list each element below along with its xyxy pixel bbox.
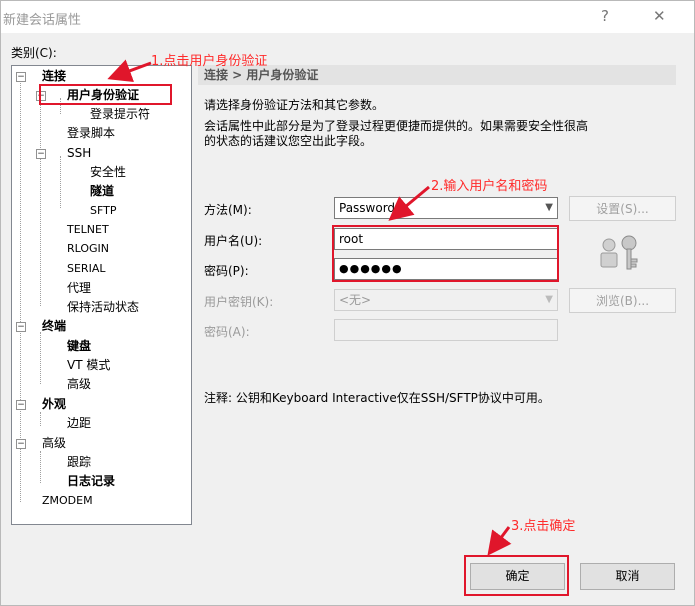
cancel-button[interactable]: 取消 <box>580 563 675 590</box>
section-header: 连接 > 用户身份验证 <box>198 65 676 85</box>
tree-item-login-script[interactable]: 登录脚本 <box>67 125 115 141</box>
tree-item-proxy[interactable]: 代理 <box>67 280 91 296</box>
category-label: 类别(C): <box>11 46 57 60</box>
annotation-step-1: 1.点击用户身份验证 <box>151 54 268 69</box>
password-label: 密码(P): <box>204 264 249 278</box>
tree-item-login-prompt[interactable]: 登录提示符 <box>90 106 150 122</box>
user-key-select[interactable]: <无> ▼ <box>334 289 558 311</box>
tree-item-appearance[interactable]: 外观 <box>42 396 66 412</box>
note-text: 注释: 公钥和Keyboard Interactive仅在SSH/SFTP协议中… <box>204 391 550 405</box>
settings-button[interactable]: 设置(S)... <box>569 196 676 221</box>
annotation-step-3: 3.点击确定 <box>511 519 576 534</box>
tree-item-security[interactable]: 安全性 <box>90 164 126 180</box>
close-button[interactable]: ✕ <box>653 7 666 25</box>
collapse-icon[interactable]: − <box>16 400 26 410</box>
tree-item-margin[interactable]: 边距 <box>67 415 91 431</box>
method-value: Password <box>339 201 396 215</box>
tree-item-connect[interactable]: 连接 <box>42 68 66 84</box>
description-line-1: 请选择身份验证方法和其它参数。 <box>204 98 385 112</box>
collapse-icon[interactable]: − <box>16 72 26 82</box>
tree-item-sftp[interactable]: SFTP <box>90 203 116 219</box>
tree-item-keepalive[interactable]: 保持活动状态 <box>67 299 139 315</box>
tree-line <box>40 412 41 426</box>
tree-item-rlogin[interactable]: RLOGIN <box>67 241 109 257</box>
collapse-icon[interactable]: − <box>16 439 26 449</box>
tree-item-serial[interactable]: SERIAL <box>67 261 105 277</box>
highlight-ok <box>464 555 569 596</box>
user-key-icon <box>600 235 638 270</box>
tree-item-zmodem[interactable]: ZMODEM <box>42 493 93 509</box>
tree-line <box>60 156 61 208</box>
tree-item-telnet[interactable]: TELNET <box>67 222 109 238</box>
username-label: 用户名(U): <box>204 234 263 248</box>
tree-item-keyboard[interactable]: 键盘 <box>67 338 91 354</box>
highlight-auth <box>39 84 172 105</box>
user-key-value: <无> <box>339 293 372 307</box>
category-tree[interactable]: − 连接 − 用户身份验证 登录提示符 登录脚本 − SSH 安全性 隧道 SF… <box>11 65 192 525</box>
tree-item-trace[interactable]: 跟踪 <box>67 454 91 470</box>
description-line-3: 的状态的话建议您空出此字段。 <box>204 134 373 148</box>
title-bar: 新建会话属性 ? ✕ <box>1 1 694 33</box>
passphrase-label: 密码(A): <box>204 325 250 339</box>
passphrase-input[interactable] <box>334 319 558 341</box>
browse-button[interactable]: 浏览(B)... <box>569 288 676 313</box>
tree-item-terminal[interactable]: 终端 <box>42 318 66 334</box>
method-select[interactable]: Password ▼ <box>334 197 558 219</box>
tree-line <box>40 451 41 483</box>
tree-item-advanced[interactable]: 高级 <box>42 435 66 451</box>
tree-item-log[interactable]: 日志记录 <box>67 473 115 489</box>
tree-item-ssh[interactable]: SSH <box>67 145 91 161</box>
annotation-step-2: 2.输入用户名和密码 <box>431 179 548 194</box>
tree-item-vt-mode[interactable]: VT 模式 <box>67 357 110 373</box>
dialog-window: 新建会话属性 ? ✕ 类别(C): − 连接 − 用户身份验证 登录提示符 登录… <box>0 0 695 606</box>
collapse-icon[interactable]: − <box>16 322 26 332</box>
tree-item-advanced-terminal[interactable]: 高级 <box>67 376 91 392</box>
help-button[interactable]: ? <box>601 7 609 25</box>
user-key-label: 用户密钥(K): <box>204 295 274 309</box>
arrow-step-3 <box>487 526 512 556</box>
highlight-credentials <box>332 225 559 282</box>
chevron-down-icon: ▼ <box>545 202 553 213</box>
window-title: 新建会话属性 <box>3 13 82 28</box>
collapse-icon[interactable]: − <box>36 149 46 159</box>
tree-line <box>40 332 41 384</box>
method-label: 方法(M): <box>204 203 252 217</box>
tree-line <box>40 94 41 306</box>
tree-item-tunnel[interactable]: 隧道 <box>90 183 114 199</box>
chevron-down-icon: ▼ <box>545 294 553 305</box>
